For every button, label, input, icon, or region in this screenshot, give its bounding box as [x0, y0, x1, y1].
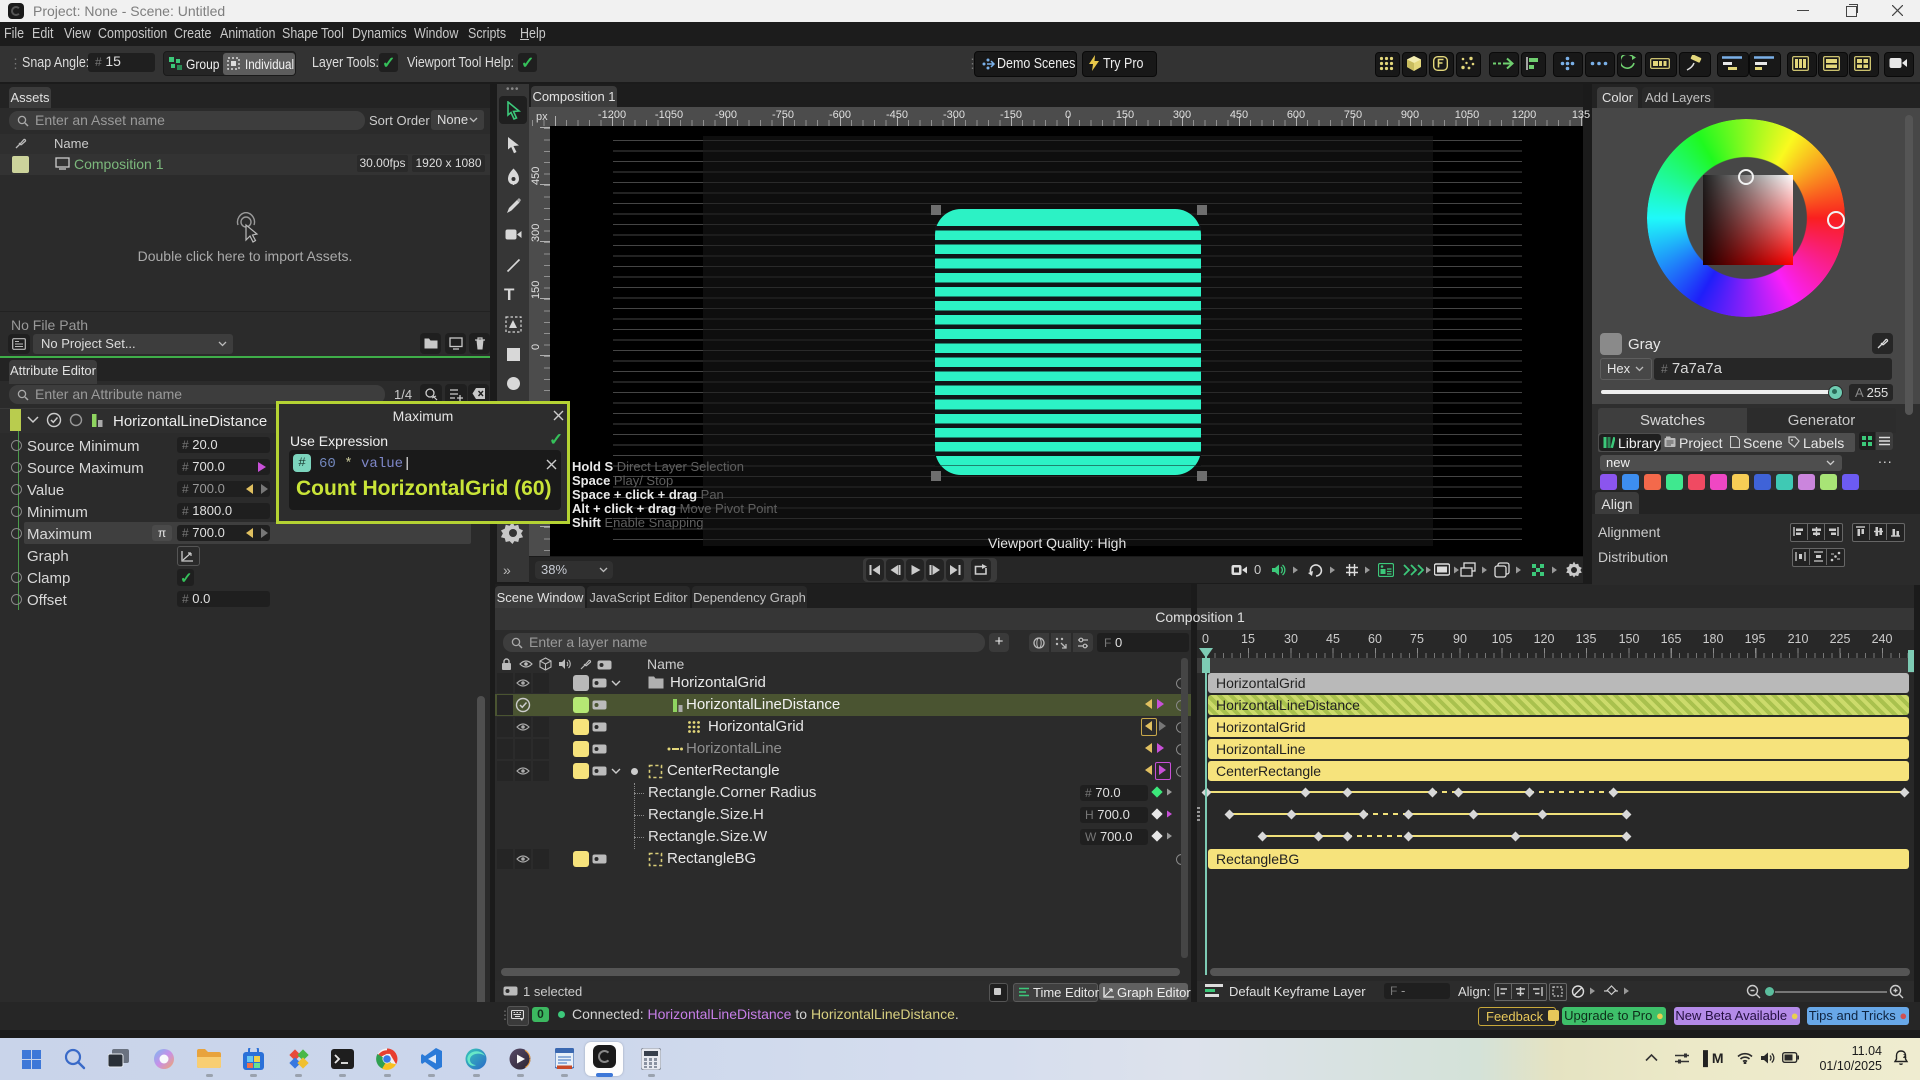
svg-text:z: z	[1903, 1053, 1907, 1060]
